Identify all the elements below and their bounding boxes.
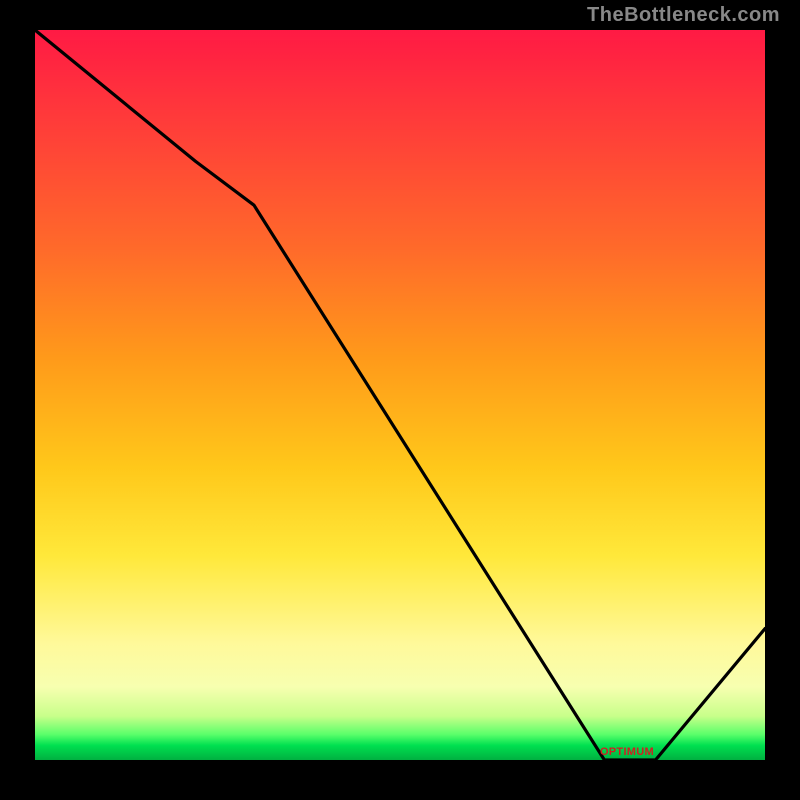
app-frame: TheBottleneck.com OPTIMUM bbox=[0, 0, 800, 800]
watermark-text: TheBottleneck.com bbox=[587, 4, 780, 27]
optimum-label: OPTIMUM bbox=[600, 746, 654, 758]
plot-area: OPTIMUM bbox=[35, 30, 765, 760]
plot-container: OPTIMUM bbox=[35, 30, 765, 760]
bottleneck-curve bbox=[35, 30, 765, 760]
